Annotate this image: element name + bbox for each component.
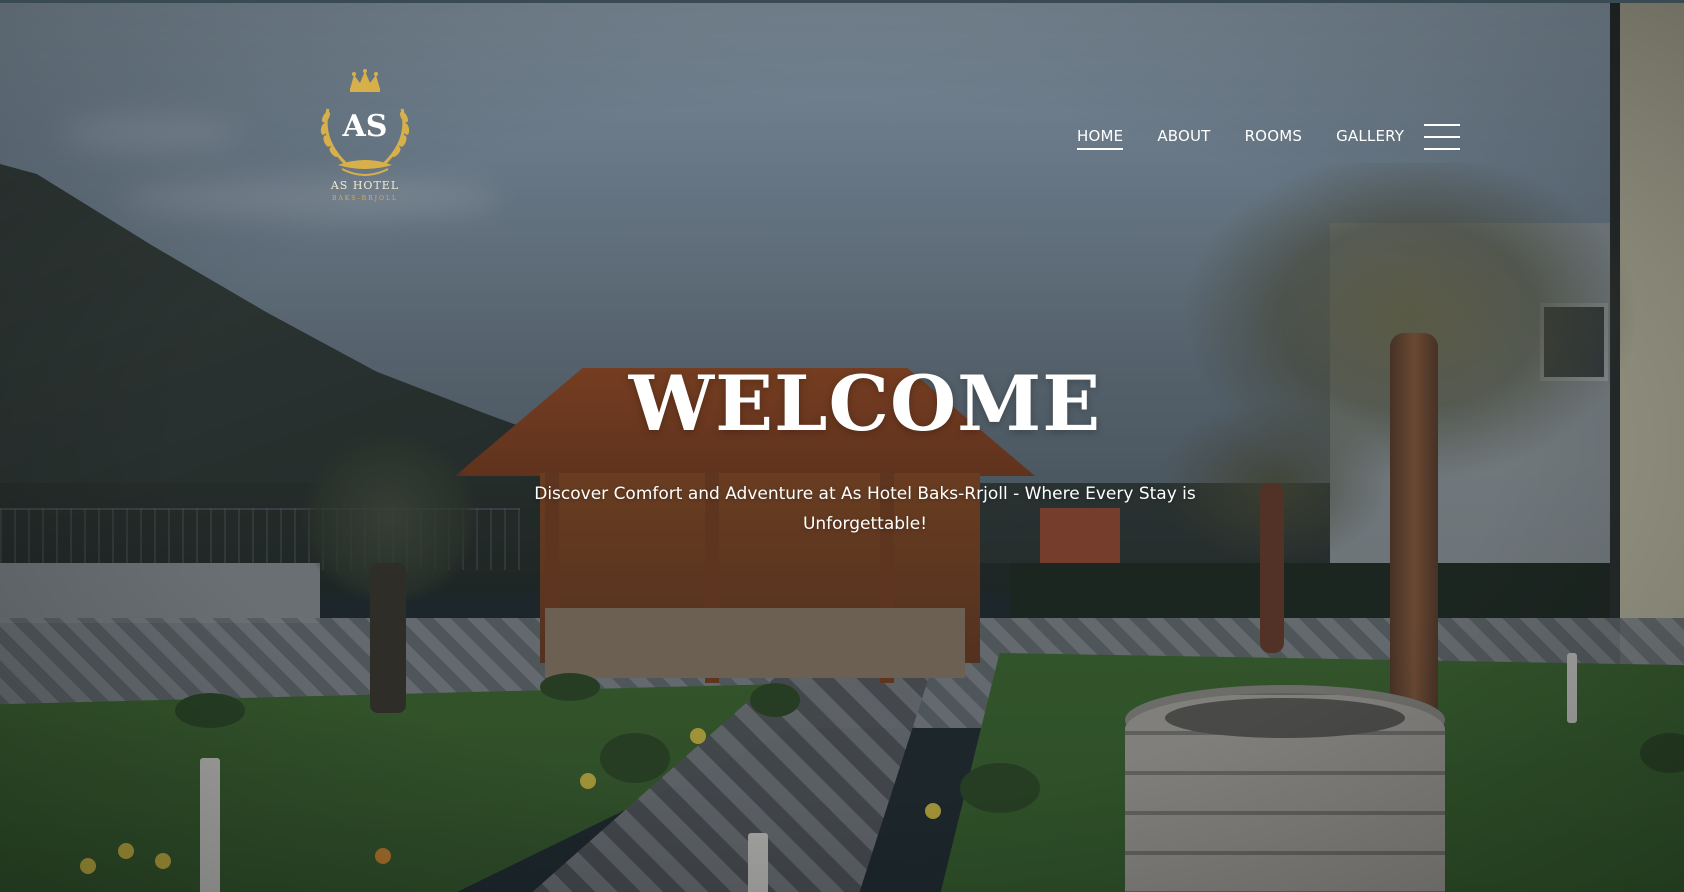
hero-title: WELCOME — [628, 359, 1102, 448]
nav-gallery[interactable]: GALLERY — [1336, 127, 1404, 150]
hotel-logo[interactable]: AS AS HOTEL BAKS-RRJOLL — [306, 69, 424, 209]
logo-location: BAKS-RRJOLL — [332, 195, 398, 202]
hero-subtitle: Discover Comfort and Adventure at As Hot… — [534, 484, 1196, 534]
hamburger-line — [1424, 136, 1460, 138]
hamburger-line — [1424, 148, 1460, 150]
nav-rooms[interactable]: ROOMS — [1245, 127, 1303, 150]
nav-about[interactable]: ABOUT — [1157, 127, 1210, 150]
hamburger-icon[interactable] — [1424, 124, 1460, 150]
nav-home[interactable]: HOME — [1077, 127, 1124, 150]
hamburger-line — [1424, 124, 1460, 126]
logo-initials: AS — [342, 109, 388, 144]
logo-hotel-name: AS HOTEL — [330, 179, 400, 192]
hero-section: AS AS HOTEL BAKS-RRJOLL HOME ABOUT ROOMS… — [0, 0, 1684, 892]
main-nav: HOME ABOUT ROOMS GALLERY — [1077, 127, 1438, 150]
